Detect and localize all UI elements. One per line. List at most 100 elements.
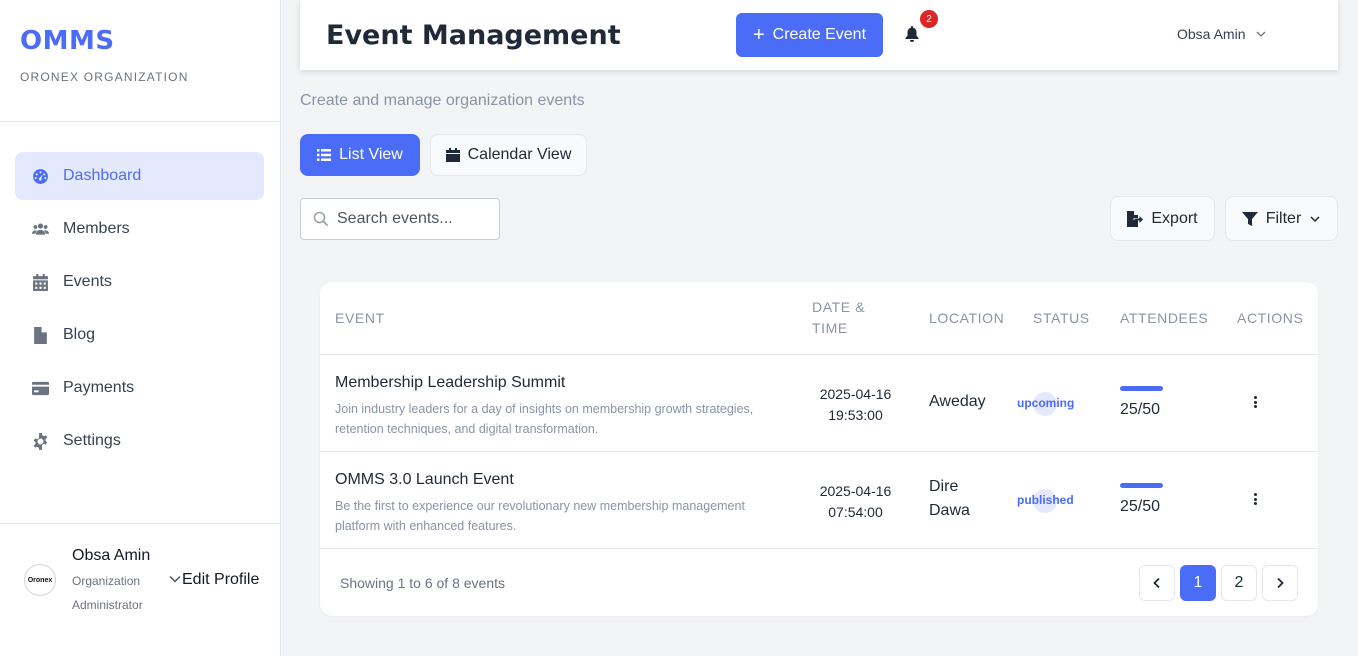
event-location-line: Dawa (929, 502, 970, 519)
calendar-view-button[interactable]: Calendar View (430, 134, 587, 176)
create-event-label: Create Event (772, 26, 867, 43)
table-row[interactable]: Membership Leadership Summit Join indust… (320, 355, 1318, 452)
event-description: Join industry leaders for a day of insig… (335, 399, 785, 439)
event-location-line: Aweday (929, 393, 986, 410)
sidebar-item-label: Events (63, 273, 112, 290)
filter-label: Filter (1265, 209, 1302, 227)
search-icon (313, 211, 329, 227)
user-menu[interactable]: Obsa Amin (1177, 26, 1267, 42)
plus-icon: + (752, 24, 765, 46)
next-page-button[interactable] (1262, 565, 1298, 601)
page-title: Event Management (326, 20, 621, 51)
profile-name: Obsa Amin (72, 547, 151, 564)
column-header-event: EVENT (335, 310, 385, 326)
profile-role: Organization (72, 574, 141, 588)
event-datetime: 2025-04-16 07:54:00 (808, 481, 903, 523)
chevron-down-icon (1257, 31, 1266, 37)
calendar-icon (31, 273, 49, 291)
event-description-line: retention techniques, and digital transf… (335, 422, 599, 436)
page-button-1[interactable]: 1 (1180, 565, 1216, 601)
avatar-logo-text: Oronex (27, 576, 53, 584)
calendar-view-label: Calendar View (467, 146, 572, 163)
event-location: Dire Dawa (929, 475, 970, 523)
brand-block: OMMS ORONEX ORGANIZATION (0, 0, 280, 122)
top-header: Event Management + Create Event 2 Obsa A… (300, 0, 1338, 70)
sidebar-item-label: Settings (63, 432, 121, 449)
attendee-count: 25/50 (1120, 401, 1161, 418)
more-actions-icon[interactable] (1248, 491, 1262, 507)
column-header-date: DATE & TIME (812, 297, 865, 339)
sidebar-item-payments[interactable]: Payments (15, 364, 264, 412)
avatar[interactable]: Oronex (24, 564, 56, 596)
event-location: Aweday (929, 390, 986, 414)
event-title[interactable]: OMMS 3.0 Launch Event (335, 471, 514, 489)
sidebar-item-blog[interactable]: Blog (15, 311, 264, 359)
column-header-attendees: ATTENDEES (1120, 310, 1209, 326)
organization-name: ORONEX ORGANIZATION (20, 70, 189, 84)
list-icon (317, 149, 332, 161)
column-header-date-line: DATE & (812, 299, 866, 315)
search-box (300, 198, 500, 240)
event-description-line: Be the first to experience our revolutio… (335, 499, 745, 513)
chevron-down-icon[interactable] (168, 572, 182, 586)
sidebar-item-label: Payments (63, 379, 135, 396)
column-header-status: STATUS (1033, 310, 1090, 326)
brand-logo-text[interactable]: OMMS (20, 26, 260, 56)
column-header-actions: ACTIONS (1237, 310, 1304, 326)
event-title[interactable]: Membership Leadership Summit (335, 374, 565, 392)
sidebar-item-members[interactable]: Members (15, 205, 264, 253)
gear-icon (31, 432, 49, 450)
column-header-location: LOCATION (929, 310, 1005, 326)
calendar-icon (445, 148, 460, 162)
event-time: 19:53:00 (828, 407, 883, 423)
table-row[interactable]: OMMS 3.0 Launch Event Be the first to ex… (320, 452, 1318, 549)
status-badge: upcoming (1017, 396, 1075, 410)
event-date: 2025-04-16 (819, 483, 892, 499)
sidebar-item-events[interactable]: Events (15, 258, 264, 306)
more-actions-icon[interactable] (1248, 394, 1262, 410)
event-date: 2025-04-16 (819, 386, 892, 402)
list-view-button[interactable]: List View (300, 134, 420, 176)
event-description-line: Join industry leaders for a day of insig… (335, 402, 754, 416)
credit-card-icon (31, 379, 49, 397)
profile-section: Oronex Obsa Amin Organization Administra… (0, 523, 280, 656)
sidebar-item-settings[interactable]: Settings (15, 417, 264, 465)
search-input[interactable] (337, 210, 487, 228)
profile-role-continued: Administrator (72, 598, 143, 612)
event-datetime: 2025-04-16 19:53:00 (808, 384, 903, 426)
file-icon (31, 326, 49, 344)
dashboard-icon (31, 167, 49, 185)
event-description: Be the first to experience our revolutio… (335, 496, 785, 536)
sidebar-nav: Dashboard Members Events Blog Payments S… (0, 122, 280, 465)
sidebar: OMMS ORONEX ORGANIZATION Dashboard Membe… (0, 0, 281, 656)
attendee-count: 25/50 (1120, 498, 1161, 515)
events-table: EVENT DATE & TIME LOCATION STATUS ATTEND… (320, 282, 1318, 616)
event-location-line: Dire (929, 478, 959, 495)
notification-badge: 2 (920, 10, 938, 28)
pagination-summary: Showing 1 to 6 of 8 events (340, 575, 505, 591)
sidebar-item-label: Dashboard (63, 167, 142, 184)
filter-button[interactable]: Filter (1225, 196, 1338, 241)
status-badge: published (1017, 493, 1074, 507)
prev-page-button[interactable] (1139, 565, 1175, 601)
sidebar-item-dashboard[interactable]: Dashboard (15, 152, 264, 200)
edit-profile-link[interactable]: Edit Profile (182, 571, 259, 589)
create-event-button[interactable]: + Create Event (736, 13, 883, 57)
event-time: 07:54:00 (828, 504, 883, 520)
users-icon (31, 220, 49, 238)
export-button[interactable]: Export (1110, 196, 1215, 241)
page-button-2[interactable]: 2 (1221, 565, 1257, 601)
attendance-progress-bar (1120, 483, 1163, 488)
attendance-progress-bar (1120, 386, 1163, 391)
page-subtitle: Create and manage organization events (300, 92, 585, 109)
chevron-left-icon (1153, 577, 1160, 589)
export-icon (1127, 210, 1144, 227)
sidebar-item-label: Blog (63, 326, 96, 343)
sidebar-item-label: Members (63, 220, 130, 237)
chevron-right-icon (1277, 577, 1284, 589)
event-description-line: platform with enhanced features. (335, 519, 517, 533)
bell-icon[interactable] (905, 26, 919, 42)
filter-icon (1241, 211, 1258, 226)
user-menu-name: Obsa Amin (1177, 26, 1246, 42)
column-header-date-line: TIME (812, 320, 848, 336)
